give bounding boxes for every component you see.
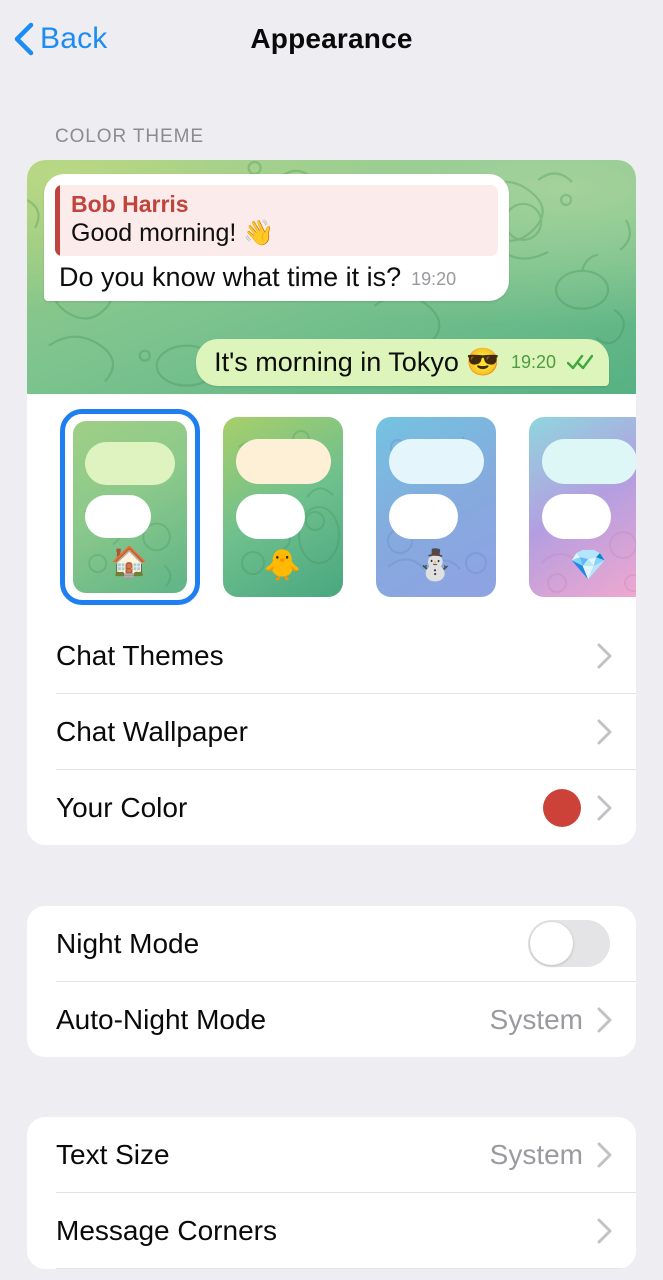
swatch-bubble-bottom — [85, 494, 152, 538]
theme-swatch-preview: 🐥 — [222, 417, 343, 597]
toggle-knob — [530, 922, 573, 965]
chat-preview: Bob Harris Good morning! 👋 Do you know w… — [27, 160, 636, 394]
chevron-left-icon — [14, 22, 34, 56]
incoming-message-bubble: Bob Harris Good morning! 👋 Do you know w… — [44, 174, 509, 302]
reply-quote-text: Good morning! 👋 — [71, 219, 275, 248]
theme-swatch-green-chick[interactable]: 🐥 — [206, 414, 359, 600]
row-label: Auto-Night Mode — [56, 1003, 267, 1035]
row-label: Night Mode — [56, 927, 200, 959]
row-value: System — [489, 1138, 583, 1170]
theme-swatch-preview: 🏠 — [72, 421, 187, 593]
color-swatch-dot[interactable] — [543, 788, 581, 827]
color-theme-section-header: COLOR THEME — [55, 126, 204, 147]
row-your-color[interactable]: Your Color — [27, 770, 636, 845]
swatch-emoji: ⛄ — [416, 548, 455, 582]
navigation-bar: Back Appearance — [0, 0, 663, 78]
outgoing-message-time: 19:20 — [510, 351, 556, 372]
row-chat-wallpaper[interactable]: Chat Wallpaper — [27, 694, 636, 769]
theme-swatch-preview: ⛄ — [375, 417, 496, 597]
theme-swatch-blue-snowman[interactable]: ⛄ — [359, 414, 512, 600]
outgoing-message-text: It's morning in Tokyo 😎 — [214, 346, 500, 377]
reply-author-name: Bob Harris — [71, 191, 189, 217]
reply-accent-bar — [55, 185, 60, 257]
incoming-message-time: 19:20 — [411, 269, 457, 290]
row-night-mode[interactable]: Night Mode — [27, 906, 636, 981]
swatch-emoji: 🐥 — [263, 548, 302, 582]
row-text-size[interactable]: Text Size System — [27, 1117, 636, 1192]
night-mode-toggle[interactable] — [528, 920, 610, 967]
swatch-bubble-bottom — [388, 494, 459, 540]
row-label: Text Size — [56, 1138, 170, 1170]
swatch-bubble-top — [388, 438, 484, 484]
row-label: Your Color — [56, 791, 188, 823]
night-mode-card: Night Mode Auto-Night Mode System — [27, 906, 636, 1057]
chevron-right-icon — [597, 719, 612, 744]
swatch-emoji: 🏠 — [110, 545, 149, 579]
theme-swatch-strip[interactable]: 🏠 🐥 ⛄ 💎 — [27, 394, 636, 618]
reply-quote-block: Bob Harris Good morning! 👋 — [55, 185, 498, 257]
swatch-bubble-top — [85, 441, 176, 485]
row-message-corners[interactable]: Message Corners — [27, 1193, 636, 1268]
row-label: Chat Themes — [56, 639, 224, 671]
outgoing-message-bubble: It's morning in Tokyo 😎 19:20 — [196, 338, 609, 386]
row-divider — [56, 1268, 636, 1269]
row-auto-night-mode[interactable]: Auto-Night Mode System — [27, 982, 636, 1057]
row-label: Message Corners — [56, 1214, 277, 1246]
double-check-icon — [567, 355, 593, 370]
chevron-right-icon — [597, 1142, 612, 1167]
swatch-bubble-top — [541, 438, 636, 484]
chevron-right-icon — [597, 1007, 612, 1032]
row-chat-themes[interactable]: Chat Themes — [27, 618, 636, 693]
incoming-message-text: Do you know what time it is? — [59, 262, 402, 293]
chevron-right-icon — [597, 795, 612, 820]
swatch-bubble-top — [235, 438, 331, 484]
swatch-bubble-bottom — [541, 494, 612, 540]
swatch-emoji: 💎 — [569, 548, 608, 582]
incoming-message-row: Do you know what time it is? 19:20 — [55, 256, 498, 293]
text-settings-card: Text Size System Message Corners — [27, 1117, 636, 1269]
row-value: System — [489, 1003, 583, 1035]
back-button[interactable]: Back — [12, 22, 108, 56]
theme-swatch-pink-gem[interactable]: 💎 — [512, 414, 636, 600]
theme-swatch-green-home[interactable]: 🏠 — [53, 409, 206, 605]
chevron-right-icon — [597, 1218, 612, 1243]
theme-swatch-preview: 💎 — [528, 417, 636, 597]
row-label: Chat Wallpaper — [56, 715, 248, 747]
back-label: Back — [40, 22, 108, 55]
chevron-right-icon — [597, 643, 612, 668]
color-theme-card: Bob Harris Good morning! 👋 Do you know w… — [27, 160, 636, 845]
swatch-bubble-bottom — [235, 494, 306, 540]
